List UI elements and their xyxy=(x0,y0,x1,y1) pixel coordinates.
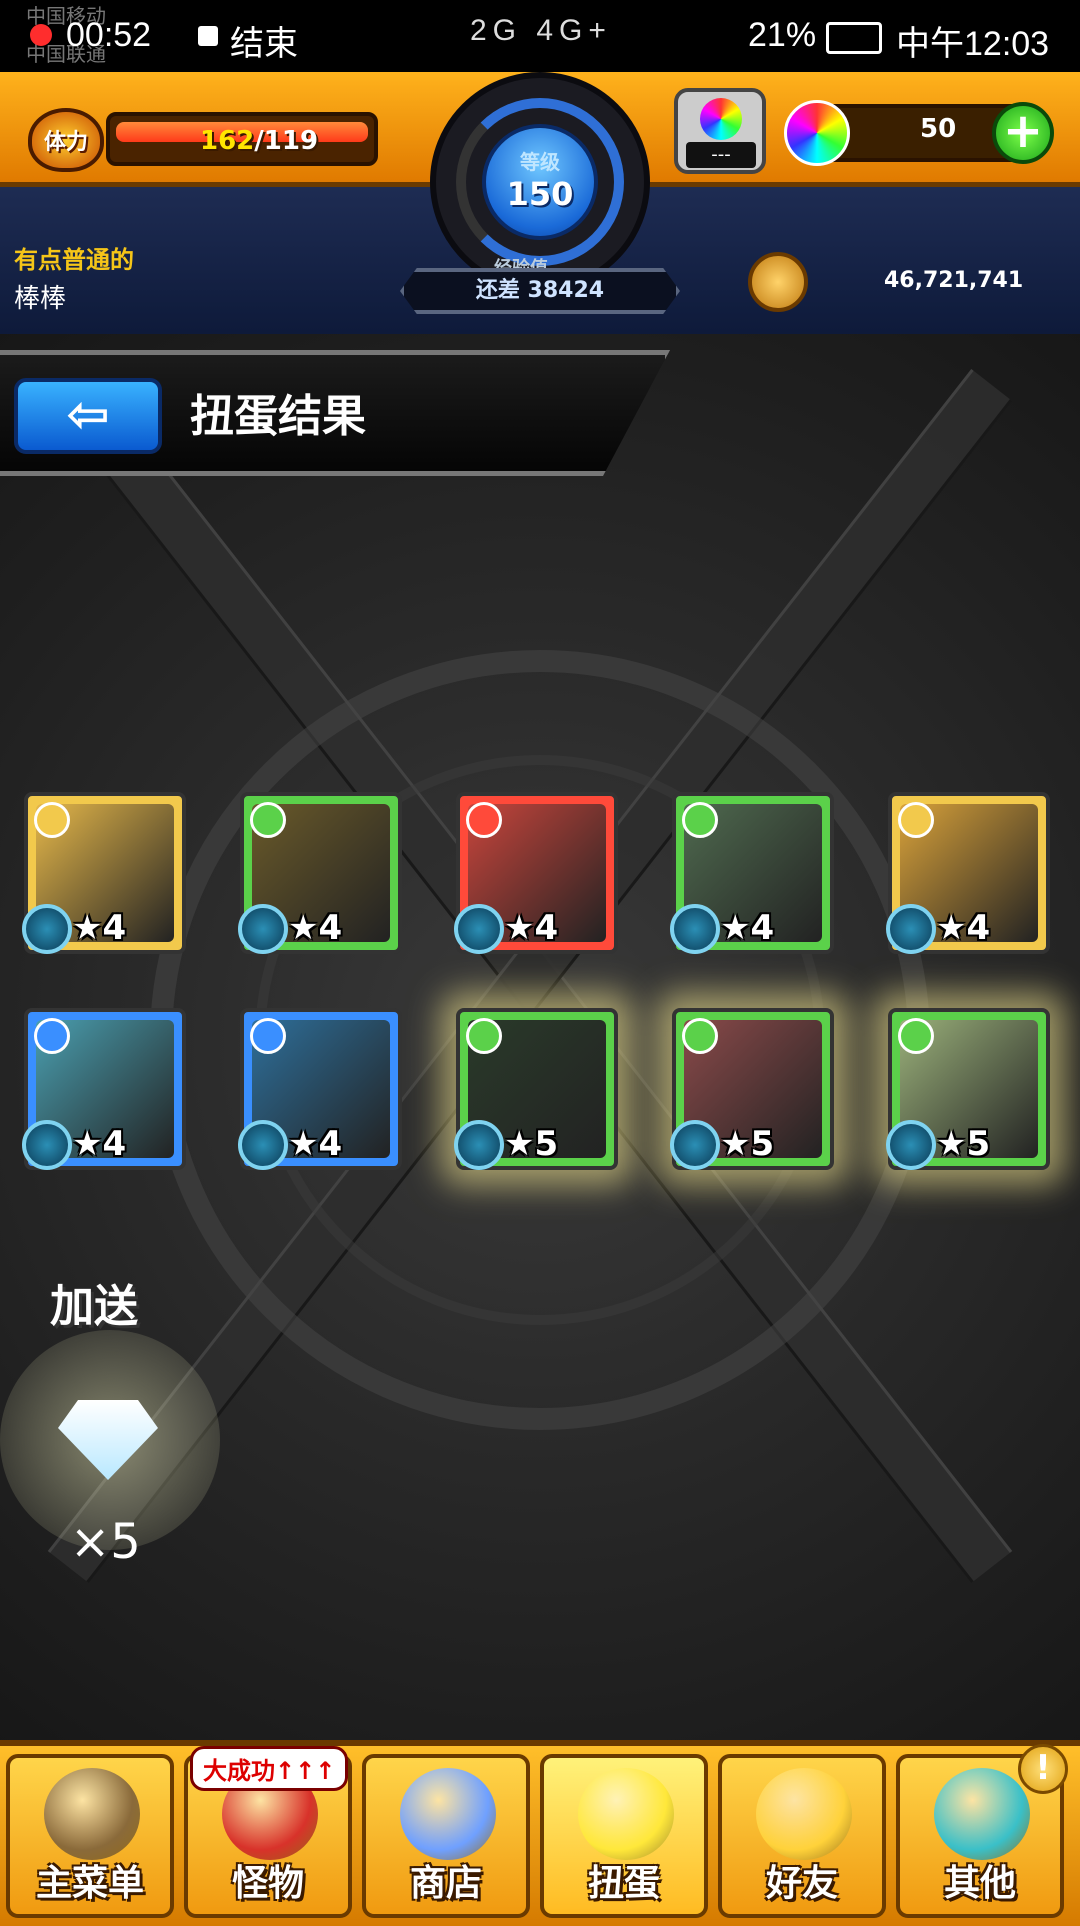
ability-slot-icon xyxy=(886,904,936,954)
battery-icon xyxy=(826,22,882,54)
nav-label: 其他 xyxy=(943,1863,1016,1904)
rarity-label: ★4 xyxy=(720,908,775,948)
rarity-label: ★5 xyxy=(936,1124,991,1164)
element-icon xyxy=(898,1018,934,1054)
stamina-current: 162 xyxy=(200,126,255,156)
element-icon xyxy=(682,1018,718,1054)
orb-count: 50 xyxy=(920,114,957,144)
rarity-label: ★5 xyxy=(720,1124,775,1164)
nav-label: 商店 xyxy=(409,1863,482,1904)
result-card[interactable]: ★5 xyxy=(454,1008,618,1170)
status-bar: 中国移动 中国联通 00:52 结束 2G 4G+ 21% 中午12:03 xyxy=(0,0,1080,72)
ability-slot-icon xyxy=(22,1120,72,1170)
page-title: 扭蛋结果 xyxy=(190,391,366,442)
result-card[interactable]: ★4 xyxy=(238,1008,402,1170)
egg-ball-icon xyxy=(700,98,742,140)
network-icons: 2G 4G+ xyxy=(470,14,612,47)
back-button[interactable]: ⇦ xyxy=(14,378,162,454)
nav-gacha[interactable]: 扭蛋 xyxy=(540,1754,708,1918)
ability-slot-icon xyxy=(670,1120,720,1170)
rarity-label: ★4 xyxy=(288,908,343,948)
stamina-text: 162/119 xyxy=(200,126,318,156)
nav-label: 怪物 xyxy=(231,1863,304,1904)
result-card[interactable]: ★4 xyxy=(22,792,186,954)
ability-slot-icon xyxy=(670,904,720,954)
nav-label: 主菜单 xyxy=(35,1863,144,1904)
result-card[interactable]: ★4 xyxy=(454,792,618,954)
gold-value: 46,721,741 xyxy=(884,268,1024,293)
rarity-label: ★5 xyxy=(504,1124,559,1164)
result-card[interactable]: ★4 xyxy=(22,1008,186,1170)
ability-slot-icon xyxy=(886,1120,936,1170)
egg-counter-icon[interactable]: --- xyxy=(674,88,766,174)
stamina-bar[interactable]: 162/119 xyxy=(106,112,378,166)
nav-shop[interactable]: 商店 xyxy=(362,1754,530,1918)
gacha-egg-icon xyxy=(578,1768,674,1860)
player-name: 棒棒 xyxy=(14,284,67,314)
result-card[interactable]: ★5 xyxy=(670,1008,834,1170)
alert-icon[interactable]: ! xyxy=(1018,1744,1068,1794)
result-card[interactable]: ★5 xyxy=(886,1008,1050,1170)
level-badge: 等级 150 xyxy=(482,124,598,240)
other-icon xyxy=(934,1768,1030,1860)
result-card[interactable]: ★4 xyxy=(670,792,834,954)
result-card[interactable]: ★4 xyxy=(238,792,402,954)
nav-main-menu[interactable]: 主菜单 xyxy=(6,1754,174,1918)
ability-slot-icon xyxy=(238,904,288,954)
player-title: 有点普通的 xyxy=(14,246,134,274)
stamina-icon: 体力 xyxy=(28,108,104,172)
ability-slot-icon xyxy=(238,1120,288,1170)
level-value: 150 xyxy=(506,175,574,213)
element-icon xyxy=(34,802,70,838)
element-icon xyxy=(682,802,718,838)
ability-slot-icon xyxy=(454,904,504,954)
level-label: 等级 xyxy=(520,150,560,174)
rainbow-orb-icon xyxy=(400,1768,496,1860)
end-recording-button[interactable]: 结束 xyxy=(230,16,298,65)
nav-label: 扭蛋 xyxy=(587,1863,660,1904)
egg-counter: --- xyxy=(686,142,756,168)
rarity-label: ★4 xyxy=(936,908,991,948)
rarity-label: ★4 xyxy=(72,908,127,948)
element-icon xyxy=(466,802,502,838)
exp-remaining: 还差 38424 xyxy=(475,278,605,303)
friends-icon xyxy=(756,1768,852,1860)
result-card[interactable]: ★4 xyxy=(886,792,1050,954)
ability-slot-icon xyxy=(22,904,72,954)
buy-orb-button[interactable]: + xyxy=(992,102,1054,164)
nav-friends[interactable]: 好友 xyxy=(718,1754,886,1918)
rarity-label: ★4 xyxy=(504,908,559,948)
stamina-max: /119 xyxy=(254,126,319,156)
stop-icon[interactable] xyxy=(198,26,218,46)
monster-badge: 大成功↑↑↑ xyxy=(190,1746,349,1791)
element-icon xyxy=(466,1018,502,1054)
element-icon xyxy=(250,1018,286,1054)
rarity-label: ★4 xyxy=(72,1124,127,1164)
element-icon xyxy=(250,802,286,838)
exp-box: 还差 38424 xyxy=(400,268,680,314)
rarity-label: ★4 xyxy=(288,1124,343,1164)
bonus-label: 加送 xyxy=(50,1281,138,1332)
clock: 中午12:03 xyxy=(896,25,1050,63)
game-header: 体力 162/119 --- 50 + 等级 150 经验值 还差 38424 … xyxy=(0,72,1080,334)
recording-icon xyxy=(30,24,52,46)
element-icon xyxy=(898,802,934,838)
battery-percent: 21% xyxy=(748,16,817,54)
rainbow-orb-icon xyxy=(784,100,850,166)
diamond-count: ×5 xyxy=(70,1514,141,1570)
ability-slot-icon xyxy=(454,1120,504,1170)
element-icon xyxy=(34,1018,70,1054)
bottom-nav: 主菜单 怪物 商店 扭蛋 好友 其他 xyxy=(0,1740,1080,1926)
recording-time: 00:52 xyxy=(66,16,152,54)
castle-gate-icon xyxy=(44,1768,140,1860)
nav-label: 好友 xyxy=(765,1863,838,1904)
gold-coin-icon xyxy=(748,252,808,312)
